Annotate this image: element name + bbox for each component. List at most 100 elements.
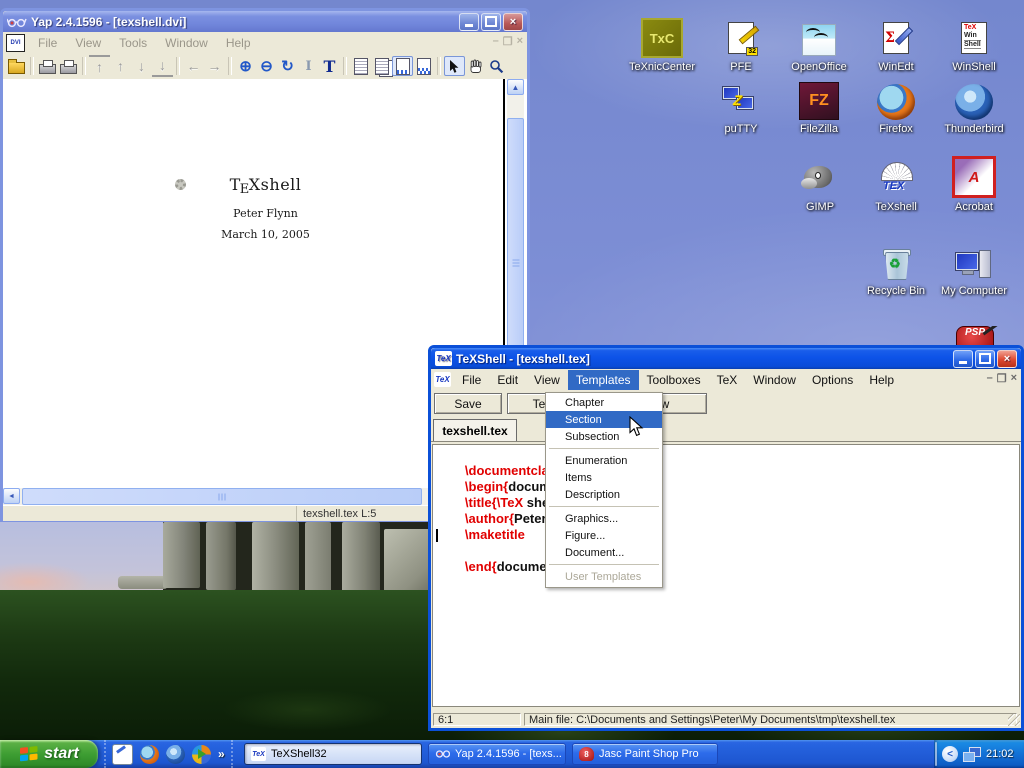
texshell-menubar: TeX File Edit View Templates Toolboxes T… [431, 369, 1021, 390]
previous-page-icon[interactable]: ↑ [110, 56, 131, 76]
print-icon[interactable] [37, 56, 58, 76]
desktop-icon-winshell[interactable]: TeXWinShell WinShell [935, 6, 1013, 74]
menu-toolboxes[interactable]: Toolboxes [639, 370, 709, 390]
menu-view[interactable]: View [526, 370, 568, 390]
magnifier-tool-icon[interactable] [486, 56, 507, 76]
desktop-icon-texshell[interactable]: TEX TeXshell [857, 160, 935, 214]
desktop-icon-my-computer[interactable]: My Computer [935, 242, 1013, 298]
yap-close-button[interactable]: × [503, 13, 523, 31]
scroll-up-icon[interactable]: ▲ [507, 79, 524, 95]
menu-item-document[interactable]: Document... [546, 544, 662, 561]
toolbar-separator [82, 57, 86, 75]
menu-window[interactable]: Window [745, 370, 804, 390]
firefox-quicklaunch-icon[interactable] [140, 745, 159, 764]
desktop-icon-firefox[interactable]: Firefox [857, 84, 935, 136]
ibeam-tool-icon[interactable]: I [298, 56, 319, 76]
resize-grip[interactable] [1008, 714, 1020, 726]
refresh-icon[interactable]: ↻ [277, 56, 298, 76]
texshell-document-icon[interactable]: TeX [434, 372, 451, 387]
page-ruler-view-icon[interactable] [392, 56, 413, 76]
select-tool-icon[interactable] [444, 56, 465, 76]
desktop-icon-texniccenter[interactable]: TxC TeXnicCenter [623, 6, 701, 74]
taskbar-button-texshell32[interactable]: TeX TeXShell32 [244, 743, 422, 765]
texshell-editor[interactable]: \documentclass{ \begin{document} \title{… [432, 444, 1020, 707]
network-status-icon[interactable] [963, 747, 981, 762]
zoom-out-icon[interactable]: ⊖ [256, 56, 277, 76]
yap-titlebar[interactable]: Yap 2.4.1596 - [texshell.dvi] × [3, 11, 527, 32]
desktop-icon-openoffice[interactable]: OpenOffice [780, 6, 858, 74]
desktop-icon-thunderbird[interactable]: Thunderbird [935, 84, 1013, 136]
menu-item-description[interactable]: Description [546, 486, 662, 503]
icon-label: GIMP [806, 201, 834, 214]
menu-item-section[interactable]: Section [546, 411, 662, 428]
firefox-icon [877, 84, 915, 120]
texshell-titlebar[interactable]: TeX TeXShell - [texshell.tex] × [431, 348, 1021, 369]
save-button[interactable]: Save [434, 393, 502, 414]
menu-help[interactable]: Help [861, 370, 902, 390]
mdi-child-controls[interactable]: –❐× [493, 35, 523, 48]
menu-options[interactable]: Options [804, 370, 861, 390]
open-file-icon[interactable] [6, 56, 27, 76]
yap-minimize-button[interactable] [459, 13, 479, 31]
media-player-quicklaunch-icon[interactable] [192, 745, 211, 764]
first-page-icon[interactable]: ↑ [89, 55, 110, 77]
texshell-close-button[interactable]: × [997, 350, 1017, 368]
taskbar-button-yap[interactable]: Yap 2.4.1596 - [texs... [428, 743, 566, 765]
texshell-app-icon: TeX [435, 351, 452, 366]
yap-menu-window[interactable]: Window [156, 34, 217, 52]
desktop-icon-recycle-bin[interactable]: ♻ Recycle Bin [857, 242, 935, 298]
texshell-minimize-button[interactable] [953, 350, 973, 368]
menu-item-subsection[interactable]: Subsection [546, 428, 662, 445]
mouse-cursor [629, 416, 644, 443]
back-icon[interactable]: ← [183, 56, 204, 76]
icon-label: puTTY [724, 123, 757, 136]
horizontal-scroll-thumb[interactable] [22, 488, 422, 505]
desktop-icon-filezilla[interactable]: FZ FileZilla [780, 84, 858, 136]
yap-menu-tools[interactable]: Tools [110, 34, 156, 52]
scroll-left-icon[interactable]: ◄ [3, 488, 20, 504]
start-button[interactable]: start [0, 740, 98, 768]
menu-edit[interactable]: Edit [489, 370, 526, 390]
desktop-icon-putty[interactable]: Z puTTY [702, 84, 780, 136]
yap-menu-help[interactable]: Help [217, 34, 260, 52]
toolbar-separator [30, 57, 34, 75]
menu-file[interactable]: File [454, 370, 489, 390]
mdi-child-controls[interactable]: –❐× [987, 372, 1017, 385]
menu-item-user-templates[interactable]: User Templates [546, 568, 662, 585]
desktop-icon-acrobat[interactable]: A Acrobat [935, 160, 1013, 214]
text-tool-icon[interactable]: T [319, 56, 340, 76]
single-page-view-icon[interactable] [350, 56, 371, 76]
menu-item-figure[interactable]: Figure... [546, 527, 662, 544]
print-setup-icon[interactable] [58, 56, 79, 76]
hand-tool-icon[interactable] [465, 56, 486, 76]
yap-menu-file[interactable]: File [29, 34, 66, 52]
last-page-icon[interactable]: ↓ [152, 55, 173, 77]
tray-collapse-chevron-icon[interactable]: < [942, 746, 958, 762]
tab-texshell-tex[interactable]: texshell.tex [433, 419, 517, 441]
menu-item-graphics[interactable]: Graphics... [546, 510, 662, 527]
menu-templates[interactable]: Templates [568, 370, 639, 390]
page-rulers-view-icon[interactable] [413, 56, 434, 76]
dvi-author: Peter Flynn [153, 207, 378, 220]
desktop-icon-gimp[interactable]: GIMP [781, 160, 859, 214]
menu-item-enumeration[interactable]: Enumeration [546, 452, 662, 469]
yap-menu-view[interactable]: View [66, 34, 110, 52]
forward-icon[interactable]: → [204, 56, 225, 76]
desktop-icon-pfe[interactable]: 32 PFE [702, 6, 780, 74]
texshell-maximize-button[interactable] [975, 350, 995, 368]
menu-item-chapter[interactable]: Chapter [546, 394, 662, 411]
dvi-document-icon[interactable]: DVI [6, 34, 25, 52]
menu-tex[interactable]: TeX [709, 370, 746, 390]
thunderbird-quicklaunch-icon[interactable] [166, 745, 185, 764]
menu-item-items[interactable]: Items [546, 469, 662, 486]
icon-label: Thunderbird [944, 123, 1003, 136]
desktop-icon-winedt[interactable]: Σ WinEdt [857, 6, 935, 74]
double-page-view-icon[interactable] [371, 56, 392, 76]
next-page-icon[interactable]: ↓ [131, 56, 152, 76]
zoom-in-icon[interactable]: ⊕ [235, 56, 256, 76]
show-desktop-icon[interactable] [112, 744, 133, 765]
quick-launch-overflow-chevron[interactable]: » [218, 747, 225, 761]
desktop-icon-paintshoppro-partial[interactable]: PSP [950, 326, 998, 345]
yap-maximize-button[interactable] [481, 13, 501, 31]
taskbar-button-paintshoppro[interactable]: 8 Jasc Paint Shop Pro [572, 743, 718, 765]
